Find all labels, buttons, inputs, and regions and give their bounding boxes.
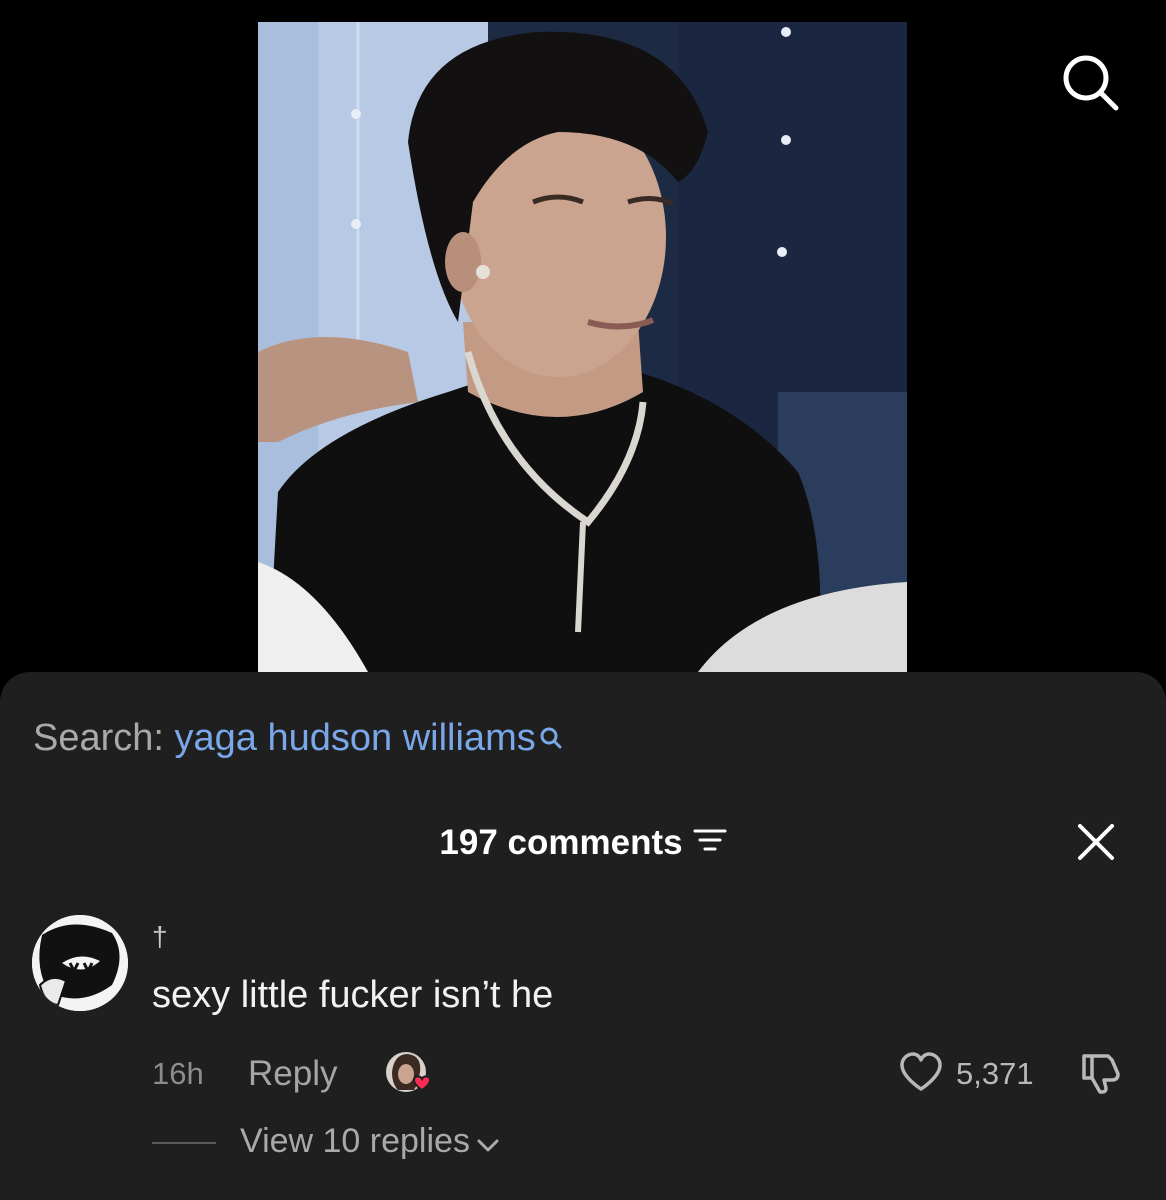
comments-header: 197 comments <box>0 820 1166 864</box>
search-query-link[interactable]: yaga hudson williams <box>175 717 536 759</box>
video-thumbnail[interactable] <box>258 22 907 672</box>
chevron-down-icon <box>476 1124 500 1163</box>
video-area[interactable] <box>0 0 1166 700</box>
comments-count: 197 comments <box>439 822 683 862</box>
search-suggestion[interactable]: Search: yaga hudson williams <box>33 716 564 762</box>
view-replies-label: View 10 replies <box>240 1122 470 1160</box>
search-icon[interactable] <box>1060 52 1122 114</box>
dislike-icon[interactable] <box>1078 1052 1124 1094</box>
comments-sheet: Search: yaga hudson williams 197 comment… <box>0 672 1166 1200</box>
avatar[interactable] <box>32 915 128 1011</box>
comment-username[interactable]: † <box>152 922 168 952</box>
reply-button[interactable]: Reply <box>248 1054 337 1094</box>
creator-liked-badge <box>384 1050 440 1096</box>
view-replies-button[interactable]: View 10 replies <box>240 1122 500 1163</box>
search-label: Search: <box>33 717 164 759</box>
view-replies-row[interactable]: View 10 replies <box>152 1122 652 1166</box>
comment-actions: 16h Reply 5,371 <box>152 1050 1152 1096</box>
heart-icon <box>900 1052 942 1091</box>
close-icon[interactable] <box>1076 822 1116 862</box>
comment-text: sexy little fucker isn’t he <box>152 974 554 1016</box>
search-icon <box>538 718 564 762</box>
replies-divider <box>152 1142 216 1144</box>
like-count: 5,371 <box>956 1056 1034 1091</box>
comment-timestamp: 16h <box>152 1056 204 1091</box>
sort-icon[interactable] <box>693 822 727 864</box>
